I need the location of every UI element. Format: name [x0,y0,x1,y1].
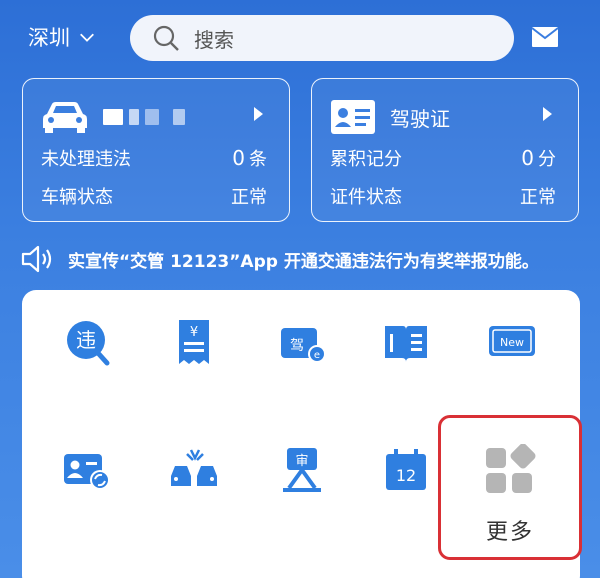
announcement-bar[interactable]: 实宣传“交管 12123”App 开通交通违法行为有奖举报功能。 [20,242,592,276]
city-label: 深圳 [28,26,70,50]
vehicle-status-row: 车辆状态 正常 [41,187,267,208]
announcement-text: 实宣传“交管 12123”App 开通交通违法行为有奖举报功能。 [68,251,539,272]
mail-icon[interactable] [531,26,559,48]
svg-text:违: 违 [76,328,96,352]
service-e-license[interactable]: 驾 e 驾驶证电子版 [248,318,356,399]
search-bar[interactable]: 搜索 [130,15,514,61]
driver-review-icon: 审 [283,448,321,492]
svg-text:12: 12 [396,466,416,485]
violation-row: 未处理违法 0条 [41,146,267,170]
service-accident[interactable]: 事故快处 [140,446,248,527]
service-driver-review[interactable]: 审 驾驶人审验 [248,446,356,527]
calendar-12-icon: 12 [386,449,426,490]
violation-icon: 违 [67,321,110,366]
car-icon [43,102,87,133]
book-icon [385,326,427,362]
new-plate-icon: New [489,326,535,356]
service-more[interactable]: 更多 [438,415,582,560]
service-license-renewal[interactable]: 驾驶证补换领 [33,446,141,527]
license-card-title: 驾驶证 [390,106,450,131]
chevron-down-icon [80,33,94,42]
top-bar: 深圳 搜索 [0,0,600,78]
search-placeholder: 搜索 [194,27,234,52]
svg-text:驾: 驾 [290,338,304,354]
vehicle-card[interactable]: 未处理违法 0条 车辆状态 正常 [22,78,290,222]
service-fine-payment[interactable]: ¥ 罚款缴纳 [140,318,248,399]
service-study-reduce-points[interactable]: 学法减分 [352,318,460,399]
svg-text:¥: ¥ [190,325,198,340]
svg-text:New: New [500,336,524,349]
chevron-right-icon [254,107,263,121]
speaker-icon [21,245,52,273]
accident-icon [171,449,217,486]
license-status-row: 证件状态 正常 [330,187,556,208]
city-selector[interactable]: 深圳 [28,22,96,52]
license-renew-icon [64,454,110,490]
license-card-header: 驾驶证 [330,97,560,137]
id-card-icon [331,100,375,134]
license-card[interactable]: 驾驶证 累积记分 0分 证件状态 正常 [311,78,579,222]
more-grid-icon [486,444,536,493]
svg-text:审: 审 [295,454,308,469]
license-plate-masked [103,109,185,125]
e-license-icon: 驾 e [281,328,326,363]
fine-receipt-icon: ¥ [179,320,209,364]
svg-text:e: e [314,350,320,361]
chevron-right-icon [543,107,552,121]
service-violation[interactable]: 违 违法处理 [33,318,141,399]
service-new-plate[interactable]: New 新车选号 [458,318,566,399]
points-row: 累积记分 0分 [330,146,556,170]
search-icon [153,25,179,51]
vehicle-card-header [41,97,271,137]
